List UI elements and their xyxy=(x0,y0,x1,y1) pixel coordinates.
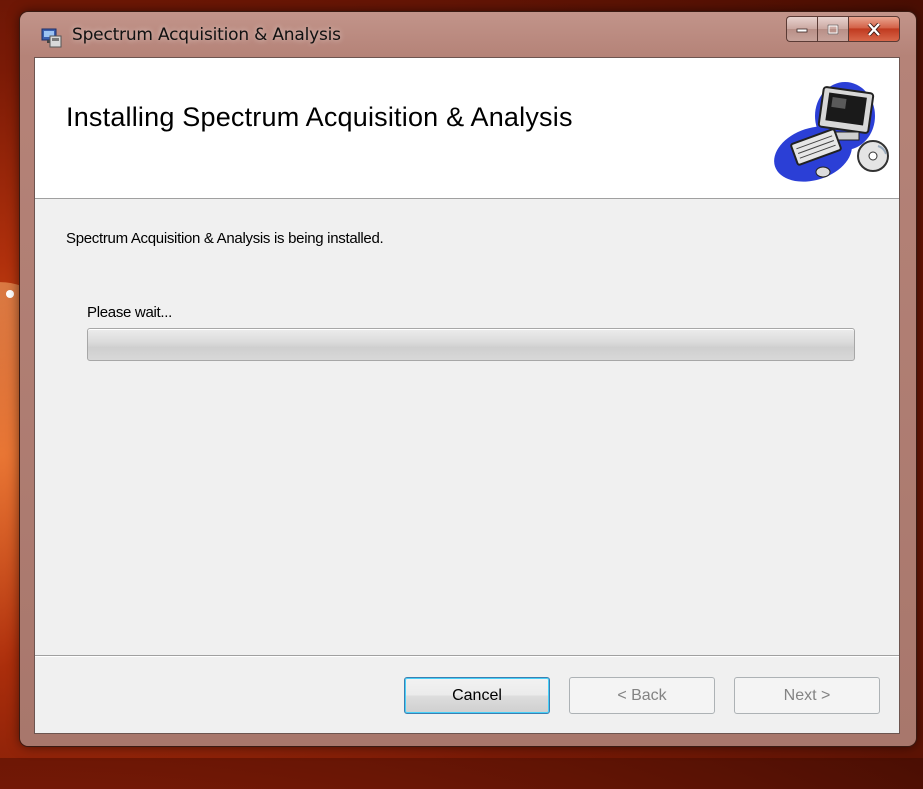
title-bar[interactable]: Spectrum Acquisition & Analysis xyxy=(20,12,916,54)
installer-client-area: Installing Spectrum Acquisition & Analys… xyxy=(34,57,900,734)
cancel-button[interactable]: Cancel xyxy=(404,677,550,714)
install-progress-bar xyxy=(87,328,855,361)
caption-buttons xyxy=(786,16,900,42)
computer-with-cd-icon xyxy=(774,82,889,182)
header-banner: Installing Spectrum Acquisition & Analys… xyxy=(35,58,899,199)
minimize-icon xyxy=(796,28,808,33)
back-button[interactable]: < Back xyxy=(569,677,715,714)
maximize-button[interactable] xyxy=(817,16,848,42)
minimize-button[interactable] xyxy=(786,16,817,42)
installer-app-icon[interactable] xyxy=(41,26,63,48)
footer-divider xyxy=(35,655,899,657)
page-title: Installing Spectrum Acquisition & Analys… xyxy=(66,102,573,132)
desktop-wallpaper-dot xyxy=(6,290,14,298)
please-wait-label: Please wait... xyxy=(87,304,173,321)
maximize-icon xyxy=(827,24,839,34)
close-button[interactable] xyxy=(848,16,900,42)
close-icon xyxy=(867,22,881,36)
install-status-text: Spectrum Acquisition & Analysis is being… xyxy=(66,230,384,247)
window-title: Spectrum Acquisition & Analysis xyxy=(72,25,341,45)
installer-window: Spectrum Acquisition & Analysis Installi… xyxy=(20,12,916,746)
next-button[interactable]: Next > xyxy=(734,677,880,714)
